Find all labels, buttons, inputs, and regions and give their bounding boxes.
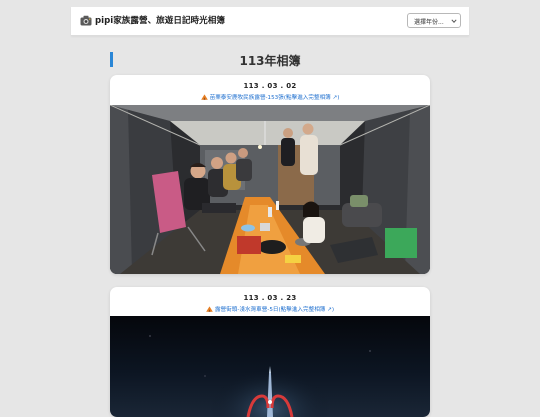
album-date: 113 . 03 . 02 [243, 82, 297, 90]
album-date: 113 . 03 . 23 [243, 294, 297, 302]
night-landmark-photo[interactable] [110, 316, 430, 417]
page-title: 113年相簿 [239, 54, 301, 68]
album-card: 113 . 03 . 23 露營街頭-淺水灣車營-5日(點擊進入完整相簿 ↗) [110, 287, 430, 417]
album-link[interactable]: 苗栗泰安鹿牧民族露營-153張(點擊進入完整相簿 ↗) [110, 93, 430, 101]
page-heading: 113年相簿 [110, 51, 430, 69]
year-select-dropdown[interactable]: 選擇年份... [407, 13, 461, 28]
album-card: 113 . 03 . 02 苗栗泰安鹿牧民族露營-153張(點擊進入完整相簿 ↗… [110, 75, 430, 274]
site-title[interactable]: pipi家族露營、旅遊日記時光相簿 [95, 14, 225, 26]
chevron-down-icon [451, 19, 457, 23]
camera-icon [80, 15, 92, 26]
tent-icon [206, 306, 213, 312]
tent-gathering-photo[interactable] [110, 105, 430, 274]
album-link-text: 露營街頭-淺水灣車營-5日(點擊進入完整相簿 ↗) [214, 307, 335, 313]
album-link[interactable]: 露營街頭-淺水灣車營-5日(點擊進入完整相簿 ↗) [110, 305, 430, 313]
top-navbar: pipi家族露營、旅遊日記時光相簿 選擇年份... [71, 7, 469, 36]
album-link-text: 苗栗泰安鹿牧民族露營-153張(點擊進入完整相簿 ↗) [209, 95, 340, 101]
tent-icon [200, 94, 208, 100]
year-select-value: 選擇年份... [414, 19, 444, 26]
